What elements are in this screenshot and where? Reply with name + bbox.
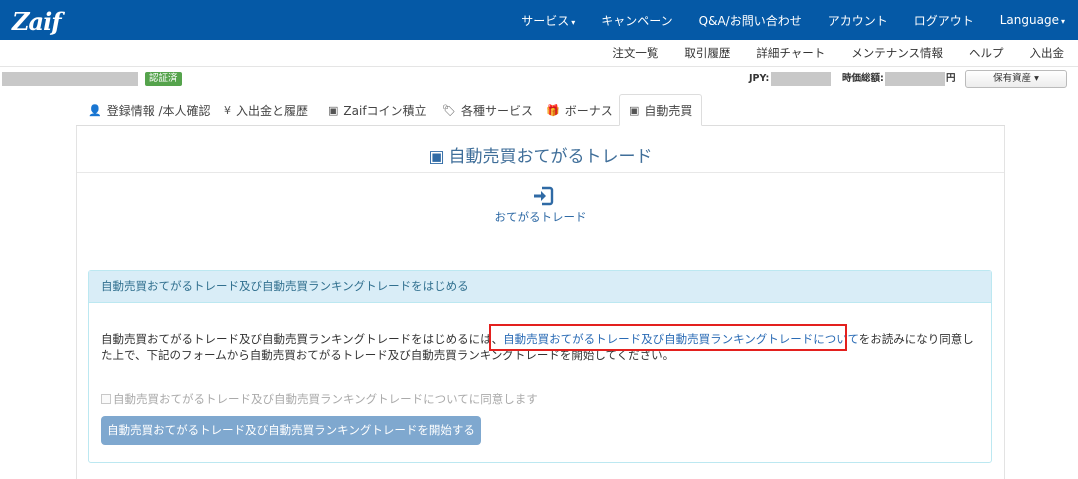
subnav-chart[interactable]: 詳細チャート <box>756 45 825 61</box>
divider <box>77 172 1004 173</box>
subnav-trade-history[interactable]: 取引履歴 <box>684 45 730 61</box>
valuation-label: 時価総額: <box>842 73 884 84</box>
top-navbar: Zaif サービス ▾ キャンペーン Q&A/お問い合わせ アカウント ログアウト… <box>0 0 1078 40</box>
highlight-box <box>489 324 847 351</box>
jpy-balance-redacted <box>771 72 831 86</box>
subnav-maintenance[interactable]: メンテナンス情報 <box>851 45 943 61</box>
tab-registration[interactable]: 👤 登録情報 /本人確認 <box>88 94 211 126</box>
sign-in-icon[interactable] <box>531 185 555 207</box>
gift-icon: 🎁 <box>546 103 560 117</box>
nav-logout[interactable]: ログアウト <box>901 12 987 29</box>
nav-qa-contact[interactable]: Q&A/お問い合わせ <box>686 12 815 29</box>
nav-language[interactable]: Language ▾ <box>987 13 1078 27</box>
agree-checkbox[interactable] <box>101 394 111 404</box>
username-redacted <box>2 72 138 86</box>
zaif-logo[interactable]: Zaif <box>12 7 62 36</box>
start-auto-trade-button[interactable]: 自動売買おてがるトレード及び自動売買ランキングトレードを開始する <box>101 416 481 445</box>
tab-zaif-coin-savings[interactable]: ▣ Zaifコイン積立 <box>328 94 427 126</box>
user-icon: 👤 <box>88 103 102 117</box>
jpy-label: JPY: <box>749 73 770 84</box>
nav-services[interactable]: サービス ▾ <box>508 12 588 29</box>
user-status-row: 認証済 JPY: 時価総額: 円 保有資産 ▾ <box>0 69 1078 91</box>
verified-badge: 認証済 <box>145 72 182 86</box>
inbox-icon: ▣ <box>328 103 339 117</box>
nav-account[interactable]: アカウント <box>815 12 901 29</box>
agree-checkbox-row[interactable]: 自動売買おてがるトレード及び自動売買ランキングトレードについてに同意します <box>101 391 538 407</box>
tab-bonus[interactable]: 🎁 ボーナス <box>546 94 613 126</box>
secondary-nav: 注文一覧 取引履歴 詳細チャート メンテナンス情報 ヘルプ 入出金 <box>586 42 1064 64</box>
account-tabs: 👤 登録情報 /本人確認 ¥ 入出金と履歴 ▣ Zaifコイン積立 🏷 各種サービス 🎁… <box>76 94 1005 126</box>
caret-down-icon: ▾ <box>571 17 576 27</box>
tag-icon: 🏷 <box>442 103 456 117</box>
caret-down-icon: ▾ <box>1034 73 1039 84</box>
inbox-icon: ▣ <box>629 103 640 117</box>
yen-unit: 円 <box>946 73 956 84</box>
info-box-heading: 自動売買おてがるトレード及び自動売買ランキングトレードをはじめる <box>89 271 991 303</box>
caret-down-icon: ▾ <box>1060 17 1065 26</box>
otegaru-trade-link[interactable]: おてがるトレード <box>77 209 1004 225</box>
subnav-orders[interactable]: 注文一覧 <box>612 45 658 61</box>
subnav-help[interactable]: ヘルプ <box>969 45 1004 61</box>
valuation-redacted <box>885 72 945 86</box>
subnav-deposit-withdraw[interactable]: 入出金 <box>1030 45 1065 61</box>
holdings-dropdown-button[interactable]: 保有資産 ▾ <box>965 70 1067 88</box>
divider <box>0 66 1078 67</box>
tab-deposit-history[interactable]: ¥ 入出金と履歴 <box>224 94 308 126</box>
page-title: ▣ 自動売買おてがるトレード <box>428 147 653 167</box>
nav-campaign[interactable]: キャンペーン <box>588 12 685 29</box>
top-nav: サービス ▾ キャンペーン Q&A/お問い合わせ アカウント ログアウト Lang… <box>508 0 1078 40</box>
inbox-icon: ▣ <box>428 147 445 167</box>
auto-trade-panel: ▣ 自動売買おてがるトレード おてがるトレード 自動売買おてがるトレード及び自動売… <box>76 126 1005 479</box>
start-info-box: 自動売買おてがるトレード及び自動売買ランキングトレードをはじめる 自動売買おてが… <box>88 270 992 463</box>
tab-auto-trade[interactable]: ▣ 自動売買 <box>619 94 703 126</box>
tab-services[interactable]: 🏷 各種サービス <box>442 94 533 126</box>
yen-icon: ¥ <box>224 103 231 117</box>
